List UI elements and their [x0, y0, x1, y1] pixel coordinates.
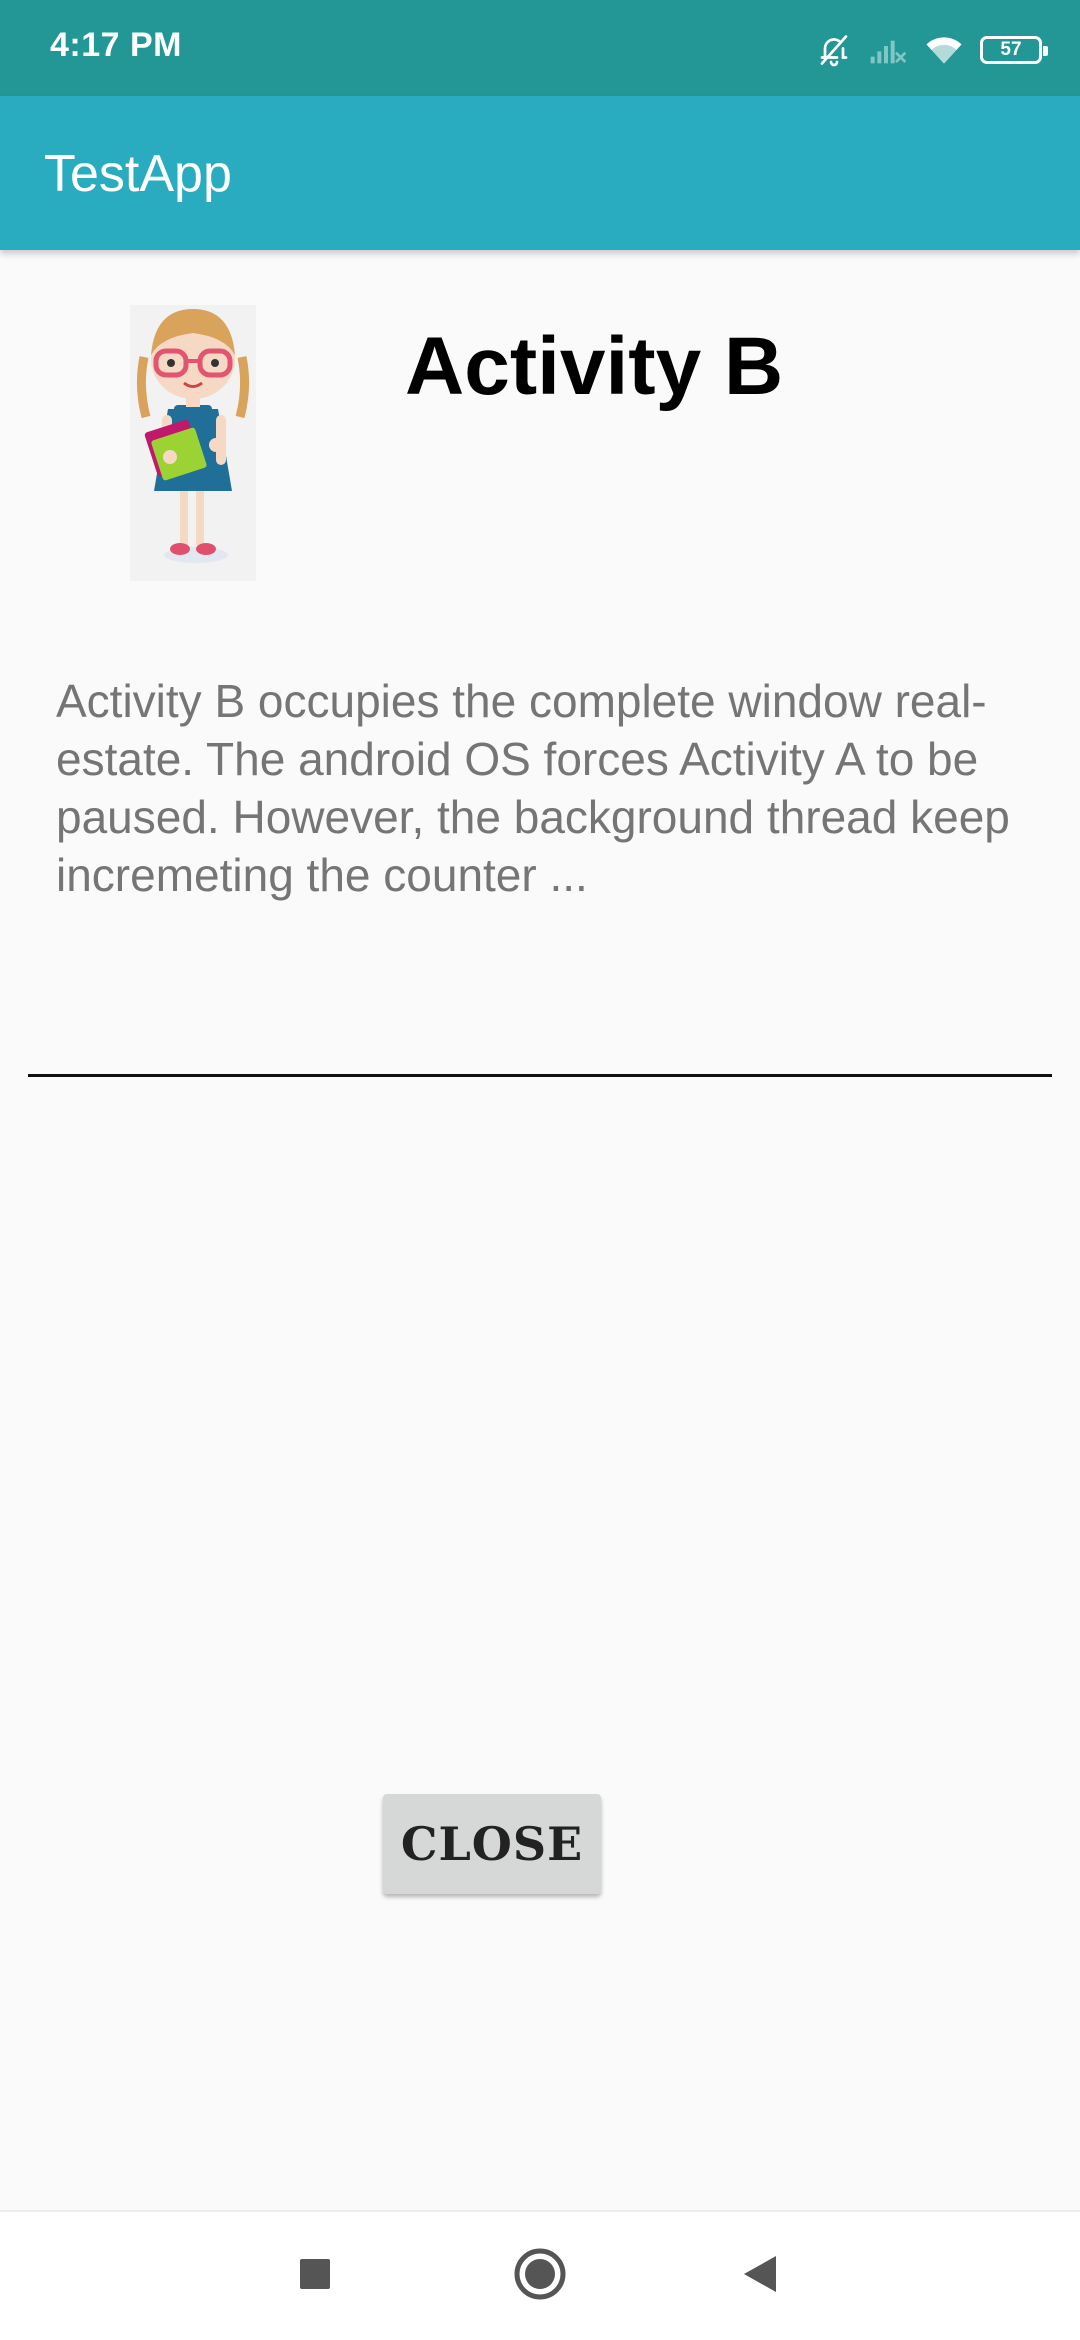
- back-icon: [740, 2254, 780, 2299]
- status-icons: 57: [816, 28, 1048, 72]
- recents-icon: [298, 2257, 332, 2296]
- description-text: Activity B occupies the complete window …: [56, 675, 1010, 901]
- app-bar: TestApp: [0, 96, 1080, 250]
- recents-button[interactable]: [255, 2212, 375, 2340]
- app-title: TestApp: [44, 145, 232, 203]
- home-button[interactable]: [480, 2212, 600, 2340]
- bell-off-icon: [816, 32, 852, 68]
- back-button[interactable]: [700, 2212, 820, 2340]
- wifi-icon: [924, 34, 964, 66]
- signal-off-icon: [868, 34, 908, 66]
- status-time: 4:17 PM: [50, 26, 182, 64]
- home-icon: [512, 2246, 568, 2307]
- close-button[interactable]: CLOSE: [383, 1794, 601, 1894]
- divider: [28, 1074, 1052, 1077]
- status-bar: 4:17 PM 57: [0, 0, 1080, 96]
- activity-title: Activity B: [405, 321, 784, 412]
- battery-icon: 57: [980, 36, 1048, 64]
- navigation-bar: [0, 2210, 1080, 2340]
- girl-with-books-image: [130, 305, 256, 581]
- battery-level: 57: [1000, 39, 1022, 60]
- screen: 4:17 PM 57 TestApp Activity B Activity B…: [0, 0, 1080, 2340]
